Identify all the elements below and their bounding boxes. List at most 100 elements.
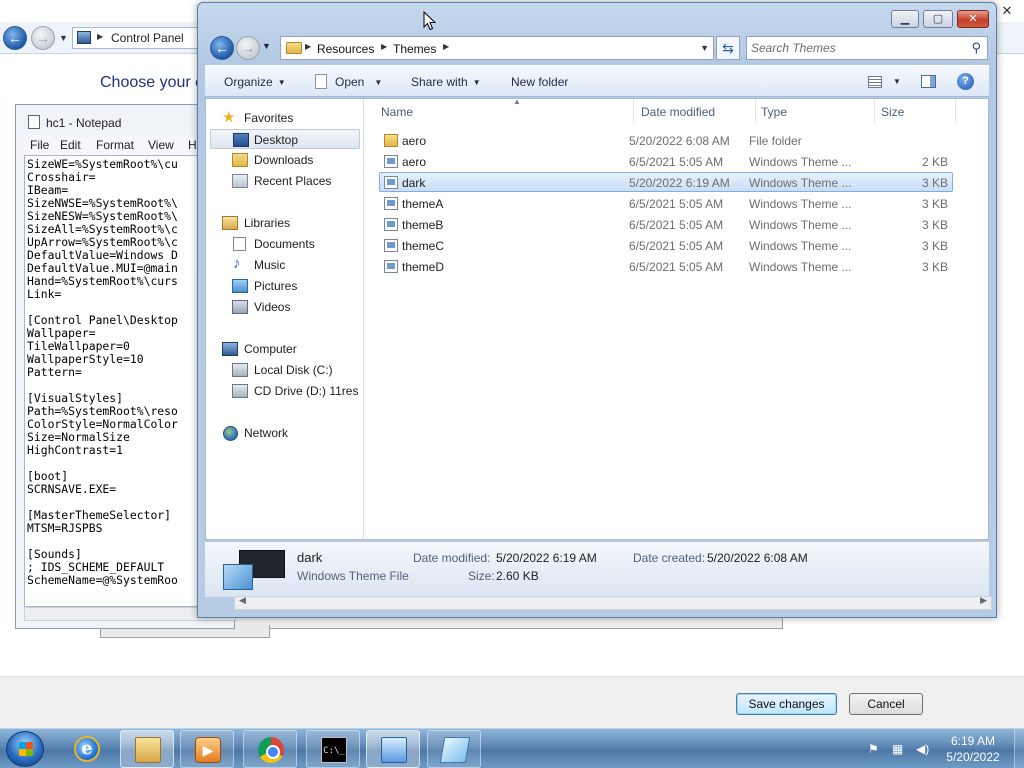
column-header-name[interactable]: Name ▲ bbox=[375, 97, 633, 125]
details-created-label: Date created: bbox=[633, 551, 706, 565]
nav-favorites[interactable]: ★ Favorites bbox=[220, 108, 360, 128]
scroll-left-icon[interactable]: ◀ bbox=[239, 595, 246, 606]
history-dropdown-icon[interactable]: ▼ bbox=[262, 41, 271, 51]
search-input[interactable] bbox=[751, 40, 961, 56]
nav-cd-drive[interactable]: CD Drive (D:) 11res bbox=[230, 381, 362, 401]
organize-button[interactable]: Organize ▼ bbox=[224, 75, 286, 89]
menu-help[interactable]: H bbox=[188, 138, 197, 152]
menu-format[interactable]: Format bbox=[96, 138, 134, 152]
column-divider[interactable] bbox=[633, 99, 634, 123]
forward-button[interactable]: → bbox=[236, 36, 260, 60]
breadcrumb-themes[interactable]: Themes bbox=[393, 42, 436, 56]
theme-file-icon bbox=[384, 239, 398, 252]
control-panel-back-button[interactable]: ← bbox=[3, 26, 27, 50]
file-name: themeA bbox=[402, 197, 444, 211]
file-row-themeA[interactable]: themeA 6/5/2021 5:05 AM Windows Theme ..… bbox=[379, 193, 953, 213]
nav-music[interactable]: ♪ Music bbox=[230, 255, 360, 275]
show-desktop-button[interactable] bbox=[1014, 729, 1024, 768]
minimize-button[interactable]: ▁ bbox=[891, 10, 919, 28]
nav-pictures[interactable]: Pictures bbox=[230, 276, 360, 296]
scroll-right-icon[interactable]: ▶ bbox=[980, 595, 987, 606]
column-divider[interactable] bbox=[955, 99, 956, 123]
control-panel-close-button[interactable]: ✕ bbox=[996, 2, 1018, 20]
computer-icon bbox=[222, 342, 238, 356]
menu-file[interactable]: File bbox=[30, 138, 49, 152]
column-header-type[interactable]: Type bbox=[755, 99, 875, 125]
nav-computer[interactable]: Computer bbox=[220, 339, 360, 359]
view-options-chevron-icon[interactable]: ▼ bbox=[893, 77, 901, 86]
documents-icon bbox=[233, 237, 246, 251]
start-button[interactable] bbox=[6, 731, 44, 767]
notepad-icon bbox=[28, 115, 40, 129]
clock-date[interactable]: 5/20/2022 bbox=[940, 750, 1006, 764]
nav-libraries[interactable]: Libraries bbox=[220, 213, 360, 233]
breadcrumb-resources[interactable]: Resources bbox=[317, 42, 374, 56]
taskbar-internet-explorer[interactable]: e bbox=[60, 730, 114, 768]
network-status-icon[interactable]: ▦ bbox=[892, 743, 906, 755]
taskbar-notepad[interactable] bbox=[427, 730, 481, 768]
nav-documents[interactable]: Documents bbox=[230, 234, 360, 254]
search-box[interactable]: ⚲ bbox=[746, 36, 988, 60]
nav-desktop-label: Desktop bbox=[254, 133, 299, 147]
close-button[interactable]: ✕ bbox=[957, 10, 989, 28]
file-row-themeD[interactable]: themeD 6/5/2021 5:05 AM Windows Theme ..… bbox=[379, 256, 953, 276]
share-with-button[interactable]: Share with ▼ bbox=[411, 75, 481, 89]
control-panel-history-dropdown[interactable]: ▼ bbox=[59, 33, 68, 43]
network-icon bbox=[223, 426, 238, 441]
nav-network[interactable]: Network bbox=[220, 423, 360, 443]
back-button[interactable]: ← bbox=[210, 36, 234, 60]
refresh-button[interactable]: ⇆ bbox=[716, 36, 740, 60]
star-icon: ★ bbox=[222, 109, 236, 126]
menu-view[interactable]: View bbox=[148, 138, 174, 152]
help-icon[interactable]: ? bbox=[957, 73, 974, 90]
open-button[interactable]: Open ▼ bbox=[335, 75, 382, 89]
nav-network-label: Network bbox=[244, 426, 289, 440]
file-date: 5/20/2022 6:19 AM bbox=[629, 176, 730, 190]
chevron-down-icon: ▼ bbox=[472, 78, 481, 88]
nav-local-disk-label: Local Disk (C:) bbox=[254, 363, 333, 377]
address-dropdown-icon[interactable]: ▼ bbox=[700, 43, 709, 53]
control-panel-path[interactable]: ▶ Control Panel bbox=[72, 27, 202, 49]
clock-time[interactable]: 6:19 AM bbox=[944, 734, 1002, 748]
nav-recent-places[interactable]: Recent Places bbox=[230, 171, 360, 191]
preview-pane-icon[interactable] bbox=[921, 75, 936, 88]
volume-icon[interactable]: ◀) bbox=[916, 743, 930, 755]
taskbar-media-player[interactable]: ▶ bbox=[180, 730, 234, 768]
theme-thumbnail-overlay bbox=[223, 564, 253, 590]
details-pane: dark Windows Theme File Date modified: 5… bbox=[205, 541, 989, 597]
action-center-flag-icon[interactable]: ⚑ bbox=[868, 743, 882, 755]
control-panel-forward-button[interactable]: → bbox=[31, 26, 55, 50]
taskbar-chrome[interactable] bbox=[243, 730, 297, 768]
save-changes-button[interactable]: Save changes bbox=[736, 693, 837, 715]
file-row-themeC[interactable]: themeC 6/5/2021 5:05 AM Windows Theme ..… bbox=[379, 235, 953, 255]
maximize-button[interactable]: ▢ bbox=[923, 10, 953, 28]
music-icon: ♪ bbox=[233, 255, 241, 272]
nav-downloads[interactable]: Downloads bbox=[230, 150, 360, 170]
pictures-icon bbox=[232, 279, 248, 293]
file-row-dark[interactable]: dark 5/20/2022 6:19 AM Windows Theme ...… bbox=[379, 172, 953, 192]
cancel-button[interactable]: Cancel bbox=[849, 693, 923, 715]
file-list[interactable]: Name ▲ Date modified Type Size aero 5/20/… bbox=[365, 97, 988, 539]
file-row-aero-theme[interactable]: aero 6/5/2021 5:05 AM Windows Theme ... … bbox=[379, 151, 953, 171]
file-date: 5/20/2022 6:08 AM bbox=[629, 134, 730, 148]
change-view-icon[interactable] bbox=[868, 76, 882, 88]
nav-desktop[interactable]: Desktop bbox=[210, 129, 360, 149]
details-modified-label: Date modified: bbox=[413, 551, 491, 565]
navigation-pane[interactable]: ★ Favorites Desktop Downloads Recent Pla… bbox=[206, 99, 364, 539]
nav-local-disk[interactable]: Local Disk (C:) bbox=[230, 360, 360, 380]
file-row-themeB[interactable]: themeB 6/5/2021 5:05 AM Windows Theme ..… bbox=[379, 214, 953, 234]
taskbar-control-panel[interactable] bbox=[366, 730, 420, 768]
column-header-size[interactable]: Size bbox=[875, 99, 955, 125]
nav-videos[interactable]: Videos bbox=[230, 297, 360, 317]
background-window-horizontal-scrollbar[interactable]: ◀ ▶ bbox=[234, 595, 992, 610]
column-header-date-modified[interactable]: Date modified bbox=[635, 99, 755, 125]
file-row-aero-folder[interactable]: aero 5/20/2022 6:08 AM File folder bbox=[379, 130, 953, 150]
taskbar-command-prompt[interactable]: C:\_ bbox=[306, 730, 360, 768]
search-icon[interactable]: ⚲ bbox=[971, 40, 981, 56]
address-bar[interactable]: ▶ Resources ▶ Themes ▶ ▼ bbox=[280, 36, 714, 60]
taskbar-windows-explorer[interactable] bbox=[120, 730, 174, 768]
new-folder-button[interactable]: New folder bbox=[511, 75, 568, 89]
menu-edit[interactable]: Edit bbox=[60, 138, 81, 152]
file-date: 6/5/2021 5:05 AM bbox=[629, 260, 724, 274]
file-size: 3 KB bbox=[921, 239, 948, 253]
